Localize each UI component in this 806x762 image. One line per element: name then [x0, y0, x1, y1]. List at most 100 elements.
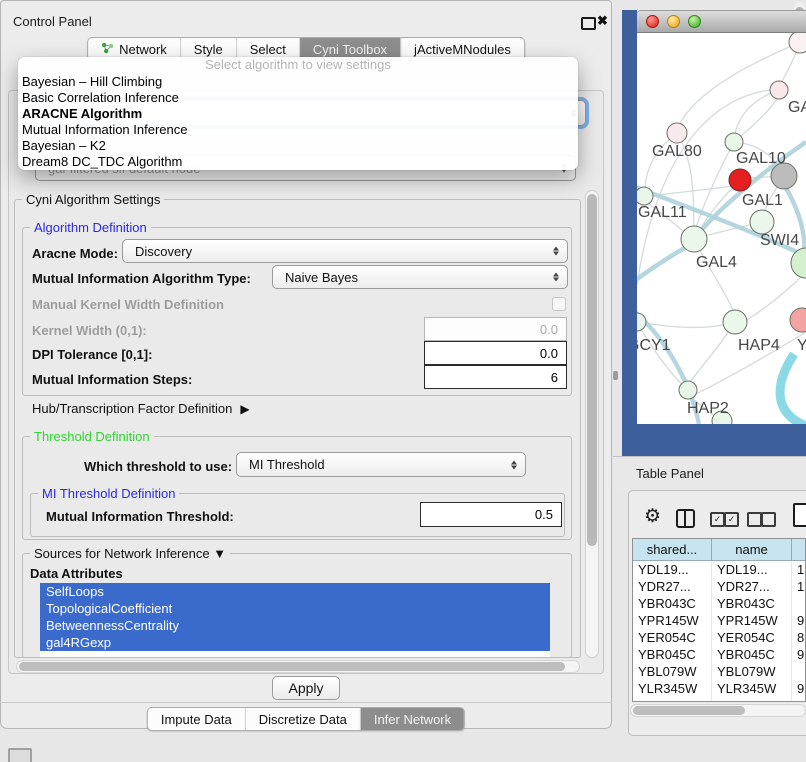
manual-kernel-checkbox[interactable]	[552, 297, 566, 311]
table-header-cell[interactable]: A	[792, 539, 806, 561]
table-cell[interactable]: YPR145W	[712, 612, 792, 629]
network-node[interactable]	[681, 226, 707, 252]
network-node[interactable]	[637, 313, 646, 331]
table-cell[interactable]: YIL052C	[712, 697, 792, 702]
tab-discretize-data[interactable]: Discretize Data	[246, 708, 361, 730]
unchecked-pair-icon[interactable]	[747, 512, 762, 527]
which-threshold-combo[interactable]: MI Threshold	[236, 452, 526, 477]
algorithm-option[interactable]: Dream8 DC_TDC Algorithm	[18, 154, 578, 170]
table-cell[interactable]: YBR045C	[633, 646, 712, 663]
network-node[interactable]	[789, 33, 806, 53]
table-cell[interactable]: YER054C	[633, 629, 712, 646]
table-cell[interactable]: YBR043C	[633, 595, 712, 612]
expand-right-icon[interactable]: ▶	[240, 402, 249, 416]
table-row[interactable]: YBR045CYBR045C9.	[633, 646, 805, 663]
table-cell[interactable]: YER054C	[712, 629, 792, 646]
network-node[interactable]	[637, 187, 653, 205]
table-row[interactable]: YDR27...YDR27...12	[633, 578, 805, 595]
attribute-item[interactable]: TopologicalCoefficient	[40, 600, 550, 617]
network-window-titlebar[interactable]	[637, 10, 806, 33]
table-cell[interactable]: YDL19...	[633, 561, 712, 578]
hub-definition-toggle[interactable]: Hub/Transcription Factor Definition▶	[32, 401, 250, 416]
apply-button[interactable]: Apply	[272, 676, 340, 700]
network-canvas[interactable]: GALGAL80GAL10GAL11GAL1SWI4GAL4GCY1HAP4YH…	[637, 33, 806, 424]
table-cell[interactable]: YPR145W	[633, 612, 712, 629]
table-cell[interactable]: 13	[792, 561, 806, 578]
network-graph[interactable]: GALGAL80GAL10GAL11GAL1SWI4GAL4GCY1HAP4YH…	[637, 33, 806, 424]
table-row[interactable]: YBR043CYBR043C	[633, 595, 805, 612]
table-cell[interactable]	[792, 595, 806, 612]
table-cell[interactable]: 9.	[792, 612, 806, 629]
aracne-mode-combo[interactable]: Discovery	[122, 239, 568, 263]
collapse-down-icon[interactable]: ▼	[213, 546, 226, 561]
algorithm-option[interactable]: ARACNE Algorithm	[18, 106, 578, 122]
network-edge[interactable]	[645, 322, 735, 327]
checked-pair-icon[interactable]: ✓	[724, 512, 739, 527]
table-cell[interactable]: YDR27...	[712, 578, 792, 595]
network-node[interactable]	[770, 81, 788, 99]
network-node[interactable]	[725, 133, 743, 151]
mi-threshold-field[interactable]: 0.5	[420, 502, 562, 527]
table-cell[interactable]: YBR045C	[712, 646, 792, 663]
table-cell[interactable]: YBR043C	[712, 595, 792, 612]
algorithm-option[interactable]: Bayesian – K2	[18, 138, 578, 154]
zoom-traffic-light-icon[interactable]	[688, 15, 701, 28]
network-edge[interactable]	[637, 246, 688, 290]
network-node[interactable]	[723, 310, 747, 334]
algorithm-option[interactable]: Mutual Information Inference	[18, 122, 578, 138]
close-icon[interactable]: ✖	[597, 13, 608, 29]
table-cell[interactable]: 9	[792, 697, 806, 702]
table-row[interactable]: YDL19...YDL19...13	[633, 561, 805, 578]
columns-icon[interactable]	[676, 509, 695, 528]
mi-type-combo[interactable]: Naive Bayes	[272, 265, 568, 289]
unchecked-pair-icon[interactable]	[761, 512, 776, 527]
settings-horizontal-scrollbar-thumb[interactable]	[19, 662, 565, 671]
close-traffic-light-icon[interactable]	[646, 15, 659, 28]
minimize-traffic-light-icon[interactable]	[667, 15, 680, 28]
table-row[interactable]: YPR145WYPR145W9.	[633, 612, 805, 629]
dpi-tolerance-field[interactable]: 0.0	[424, 341, 567, 365]
splitter-handle[interactable]	[613, 371, 618, 380]
table-cell[interactable]: YDL19...	[712, 561, 792, 578]
network-node[interactable]	[790, 308, 806, 332]
table-header-cell[interactable]: shared...	[633, 539, 712, 561]
kernel-width-field[interactable]: 0.0	[424, 317, 567, 341]
network-node[interactable]	[667, 123, 687, 143]
tab-infer-network[interactable]: Infer Network	[361, 708, 464, 730]
table-cell[interactable]	[792, 663, 806, 680]
settings-vertical-scrollbar-thumb[interactable]	[587, 194, 597, 546]
network-node[interactable]	[729, 169, 751, 191]
table-cell[interactable]: YIL052C	[633, 697, 712, 702]
table-cell[interactable]: 9.	[792, 680, 806, 697]
document-icon[interactable]	[793, 503, 806, 527]
network-edge[interactable]	[780, 354, 806, 424]
table-cell[interactable]: YDR27...	[633, 578, 712, 595]
table-cell[interactable]: 8.	[792, 629, 806, 646]
tab-impute-data[interactable]: Impute Data	[148, 708, 246, 730]
mi-steps-field[interactable]: 6	[424, 365, 567, 389]
gear-icon[interactable]: ⚙	[644, 505, 661, 528]
float-window-icon[interactable]	[581, 17, 596, 30]
table-row[interactable]: YER054CYER054C8.	[633, 629, 805, 646]
table-row[interactable]: YLR345WYLR345W9.	[633, 680, 805, 697]
table-horizontal-scrollbar[interactable]	[630, 704, 806, 717]
table-cell[interactable]: YBL079W	[633, 663, 712, 680]
algorithm-option[interactable]: Basic Correlation Inference	[18, 90, 578, 106]
attribute-item[interactable]: gal4RGexp	[40, 634, 550, 651]
table-row[interactable]: YBL079WYBL079W	[633, 663, 805, 680]
table-cell[interactable]: YLR345W	[633, 680, 712, 697]
table-cell[interactable]: YBL079W	[712, 663, 792, 680]
settings-horizontal-scrollbar[interactable]	[16, 660, 580, 673]
checked-pair-icon[interactable]: ✓	[710, 512, 725, 527]
minimized-panel-icon[interactable]	[8, 748, 32, 762]
network-node[interactable]	[679, 381, 697, 399]
table-cell[interactable]: YLR345W	[712, 680, 792, 697]
table-cell[interactable]: 9.	[792, 646, 806, 663]
attribute-item[interactable]: SelfLoops	[40, 583, 550, 600]
algorithm-option[interactable]: Bayesian – Hill Climbing	[18, 74, 578, 90]
network-node[interactable]	[750, 210, 774, 234]
attribute-item[interactable]: BetweennessCentrality	[40, 617, 550, 634]
node-table[interactable]: shared...nameAYDL19...YDL19...13YDR27...…	[632, 538, 806, 702]
settings-vertical-scrollbar[interactable]	[585, 190, 599, 658]
table-header-cell[interactable]: name	[712, 539, 792, 561]
